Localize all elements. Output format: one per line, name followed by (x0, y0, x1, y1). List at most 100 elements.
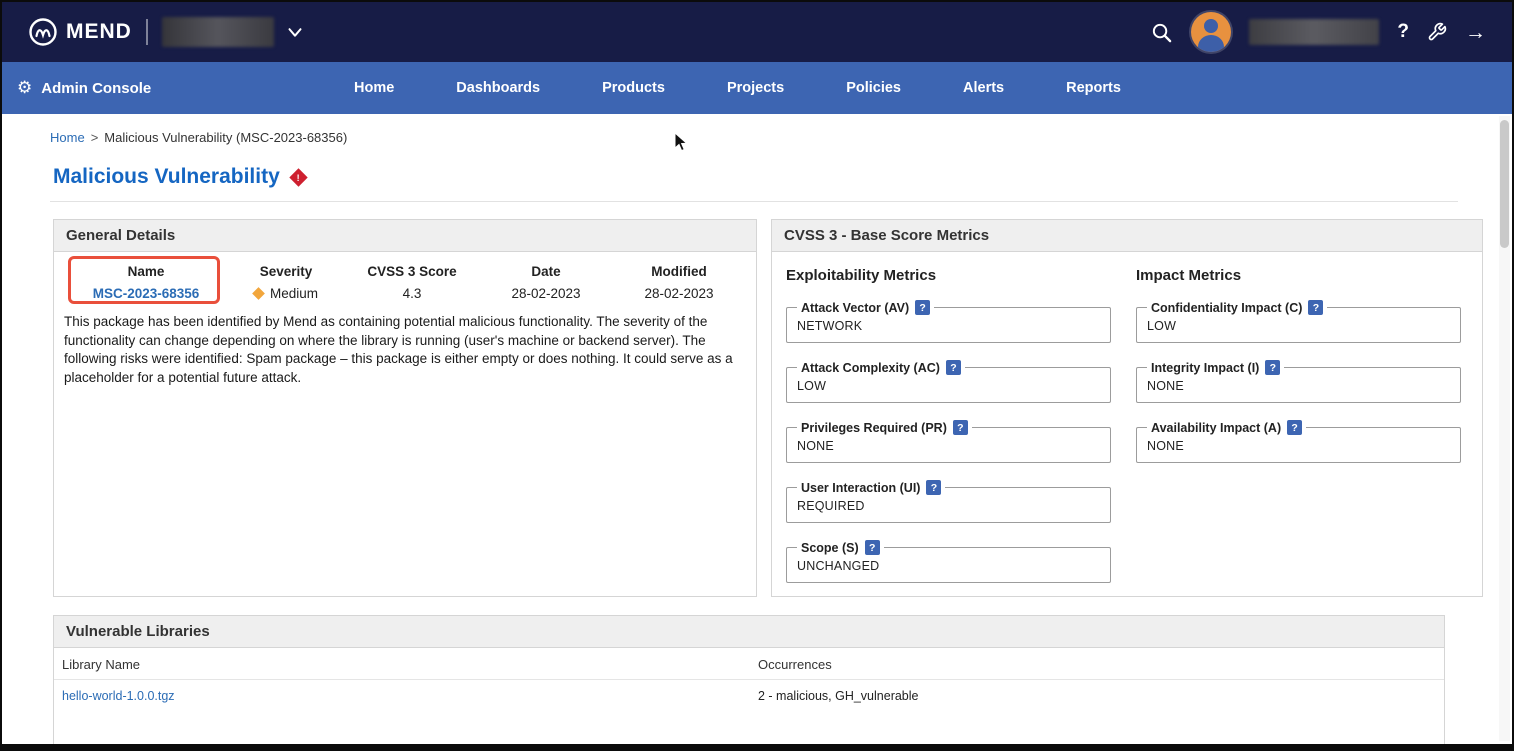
metric-value: NONE (1147, 436, 1450, 453)
metric-label: Attack Vector (AV) (801, 301, 909, 315)
help-icon[interactable]: ? (1397, 21, 1409, 43)
nav-item-products[interactable]: Products (602, 80, 665, 96)
help-icon[interactable]: ? (926, 480, 941, 495)
topbar-divider (146, 19, 148, 45)
general-details-panel: General Details Name MSC-2023-68356 Seve… (53, 219, 757, 597)
gd-header-modified: Modified (610, 264, 748, 279)
scrollbar-thumb[interactable] (1500, 120, 1509, 248)
breadcrumb-separator: > (91, 130, 99, 145)
help-icon[interactable]: ? (1308, 300, 1323, 315)
vl-col-library-name: Library Name (54, 657, 758, 672)
cvss3-score-value: 4.3 (342, 286, 482, 301)
general-details-table: Name MSC-2023-68356 Severity Medium CVSS… (54, 252, 756, 305)
chevron-down-icon[interactable] (284, 21, 306, 43)
impact-metrics-column: Impact Metrics Confidentiality Impact (C… (1136, 264, 1468, 600)
cvss-metrics-panel: CVSS 3 - Base Score Metrics Exploitabili… (771, 219, 1483, 597)
metric-value: LOW (1147, 316, 1450, 333)
metric-attack-vector: Attack Vector (AV)? NETWORK (786, 300, 1111, 343)
gd-header-date: Date (482, 264, 610, 279)
metric-value: NONE (797, 436, 1100, 453)
gd-col-score: CVSS 3 Score 4.3 (342, 264, 482, 301)
help-icon[interactable]: ? (1265, 360, 1280, 375)
vulnerable-libraries-header: Vulnerable Libraries (54, 616, 1444, 648)
metric-label: Integrity Impact (I) (1151, 361, 1259, 375)
avatar-head (1204, 19, 1218, 33)
impact-metrics-title: Impact Metrics (1136, 267, 1468, 284)
window-bottom-border (2, 744, 1512, 749)
org-selector-redacted[interactable] (162, 17, 274, 47)
metric-confidentiality-impact: Confidentiality Impact (C)? LOW (1136, 300, 1461, 343)
help-icon[interactable]: ? (865, 540, 880, 555)
admin-console-link[interactable]: ⚙ Admin Console (2, 78, 151, 98)
topbar: MEND ? → (2, 2, 1512, 62)
vulnerability-description: This package has been identified by Mend… (54, 305, 756, 388)
metric-scope: Scope (S)? UNCHANGED (786, 540, 1111, 583)
exploitability-metrics-title: Exploitability Metrics (786, 267, 1118, 284)
topbar-left: MEND (28, 17, 306, 47)
avatar[interactable] (1191, 12, 1231, 52)
cvss-body: Exploitability Metrics Attack Vector (AV… (772, 252, 1482, 612)
metric-integrity-impact: Integrity Impact (I)? NONE (1136, 360, 1461, 403)
gear-icon: ⚙ (17, 78, 32, 98)
vl-col-occurrences: Occurrences (758, 657, 1444, 672)
nav-item-projects[interactable]: Projects (727, 80, 784, 96)
metric-value: LOW (797, 376, 1100, 393)
nav-item-reports[interactable]: Reports (1066, 80, 1121, 96)
main-content: Home > Malicious Vulnerability (MSC-2023-6… (2, 130, 1512, 751)
help-icon[interactable]: ? (1287, 420, 1302, 435)
admin-console-label: Admin Console (41, 80, 151, 97)
severity-value: Medium (230, 286, 342, 301)
gd-col-date: Date 28-02-2023 (482, 264, 610, 301)
modified-value: 28-02-2023 (610, 286, 748, 301)
table-row: hello-world-1.0.0.tgz 2 - malicious, GH_… (54, 680, 1444, 712)
help-icon[interactable]: ? (953, 420, 968, 435)
date-value: 28-02-2023 (482, 286, 610, 301)
help-icon[interactable]: ? (915, 300, 930, 315)
logout-icon[interactable]: → (1465, 22, 1486, 43)
gd-col-modified: Modified 28-02-2023 (610, 264, 748, 301)
main-nav: ⚙ Admin Console Home Dashboards Products… (2, 62, 1512, 114)
wrench-icon[interactable] (1427, 22, 1447, 42)
malicious-alert-icon: ! (289, 168, 307, 186)
vl-table-header: Library Name Occurrences (54, 648, 1444, 680)
metric-value: NONE (1147, 376, 1450, 393)
library-link[interactable]: hello-world-1.0.0.tgz (62, 689, 175, 703)
panels-row: General Details Name MSC-2023-68356 Seve… (53, 219, 1445, 597)
metric-user-interaction: User Interaction (UI)? REQUIRED (786, 480, 1111, 523)
general-details-header: General Details (54, 220, 756, 252)
metric-label: Confidentiality Impact (C) (1151, 301, 1302, 315)
avatar-body (1198, 35, 1224, 52)
help-icon[interactable]: ? (946, 360, 961, 375)
severity-label: Medium (270, 286, 318, 301)
topbar-right: ? → (1150, 12, 1486, 52)
metric-availability-impact: Availability Impact (A)? NONE (1136, 420, 1461, 463)
alert-glyph: ! (297, 172, 300, 182)
metric-label: Attack Complexity (AC) (801, 361, 940, 375)
nav-item-alerts[interactable]: Alerts (963, 80, 1004, 96)
metric-label: Scope (S) (801, 541, 859, 555)
breadcrumb-home-link[interactable]: Home (50, 130, 85, 145)
metric-label: Privileges Required (PR) (801, 421, 947, 435)
nav-item-home[interactable]: Home (354, 80, 394, 96)
metric-privileges-required: Privileges Required (PR)? NONE (786, 420, 1111, 463)
metric-value: UNCHANGED (797, 556, 1100, 573)
title-row: Malicious Vulnerability ! (53, 165, 1512, 189)
mend-app-window: MEND ? → ⚙ (0, 0, 1514, 751)
metric-value: REQUIRED (797, 496, 1100, 513)
vulnerable-libraries-panel: Vulnerable Libraries Library Name Occurr… (53, 615, 1445, 751)
metric-label: User Interaction (UI) (801, 481, 920, 495)
severity-medium-icon (252, 287, 265, 300)
nav-item-policies[interactable]: Policies (846, 80, 901, 96)
search-icon[interactable] (1150, 21, 1173, 44)
nav-item-dashboards[interactable]: Dashboards (456, 80, 540, 96)
breadcrumb: Home > Malicious Vulnerability (MSC-2023-6… (50, 130, 1512, 145)
metric-value: NETWORK (797, 316, 1100, 333)
breadcrumb-current: Malicious Vulnerability (MSC-2023-68356) (104, 130, 347, 145)
title-divider (50, 201, 1458, 202)
metric-label: Availability Impact (A) (1151, 421, 1281, 435)
username-redacted (1249, 19, 1379, 45)
vulnerability-id-link[interactable]: MSC-2023-68356 (62, 286, 230, 301)
metric-attack-complexity: Attack Complexity (AC)? LOW (786, 360, 1111, 403)
mend-logo[interactable]: MEND (28, 17, 132, 47)
nav-menu: Home Dashboards Products Projects Polici… (354, 80, 1121, 96)
